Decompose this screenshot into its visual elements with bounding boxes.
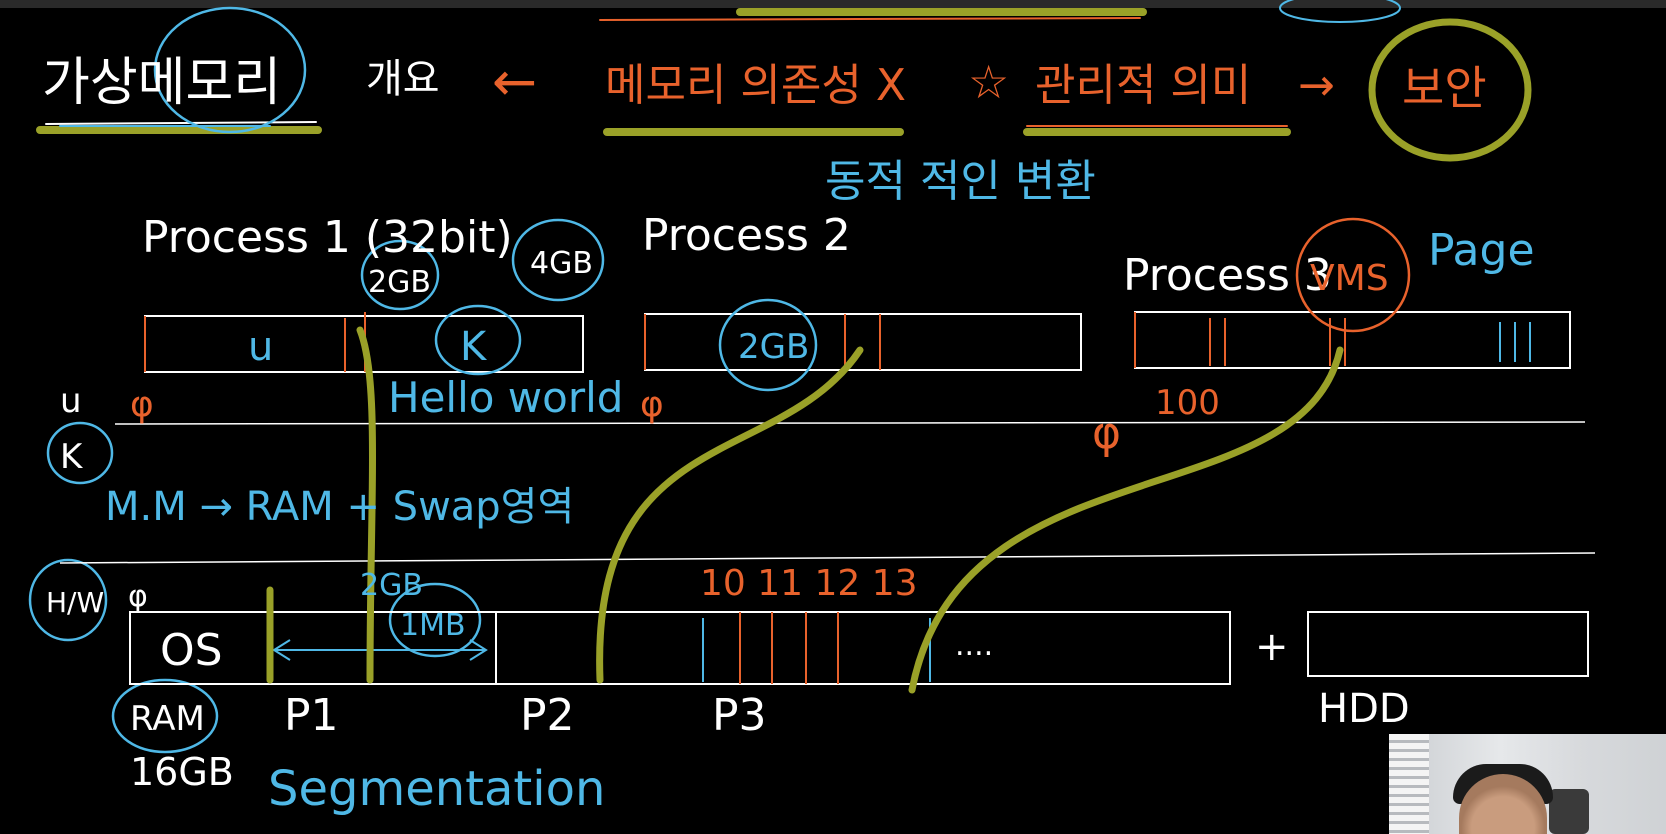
hello-world: Hello world	[388, 373, 623, 422]
hw-badge: H/W	[46, 586, 104, 619]
ram-dots: ....	[955, 628, 993, 663]
process1-label: Process 1 (32bit)	[142, 212, 513, 263]
process1-4gb: 4GB	[530, 246, 593, 281]
process1-user: u	[248, 324, 273, 370]
mm-line: M.M → RAM + Swap영역	[105, 484, 574, 530]
process3-label: Process 3	[1123, 250, 1332, 301]
whiteboard-canvas: 가상메모리 개요 ← 메모리 의존성 X ☆ 관리적 의미 → 보안 동적 적인…	[0, 0, 1666, 834]
webcam-thumbnail	[1389, 734, 1666, 834]
ram-2gb: 2GB	[360, 568, 423, 603]
zero-p2: φ	[640, 384, 664, 425]
ram-zero: φ	[128, 579, 148, 614]
title-main: 가상메모리	[42, 53, 281, 113]
ram-size: 16GB	[130, 750, 234, 794]
ram-hdd: HDD	[1318, 686, 1410, 732]
process1-2gb: 2GB	[368, 265, 431, 300]
chair	[1549, 789, 1589, 834]
title-result: 보안	[1402, 61, 1487, 115]
title-arrow-right: →	[1298, 60, 1335, 111]
left-label-u: u	[60, 381, 82, 421]
drawing-layer: 가상메모리 개요 ← 메모리 의존성 X ☆ 관리적 의미 → 보안 동적 적인…	[28, 0, 1596, 817]
title-suffix: 개요	[366, 56, 440, 102]
process3-vms: VMS	[1310, 258, 1389, 299]
ram-ticks	[739, 612, 839, 684]
ram-blue-ticks	[702, 618, 931, 682]
title-arc-top	[1279, 0, 1401, 23]
ram-p3: P3	[712, 690, 767, 741]
process3-page: Page	[1428, 225, 1535, 276]
ram-p1: P1	[284, 690, 339, 741]
ram-label: RAM	[130, 699, 205, 739]
process3-end-marks	[1499, 322, 1531, 362]
ram-row	[129, 611, 1589, 685]
segmentation-label: Segmentation	[268, 761, 605, 817]
title-mgmt: 관리적 의미	[1035, 60, 1251, 111]
ram-plus: +	[1255, 624, 1289, 670]
title-arrow-left: ←	[492, 50, 537, 113]
zero-p3: φ	[1092, 408, 1121, 459]
handwriting-text: 가상메모리 개요 ← 메모리 의존성 X ☆ 관리적 의미 → 보안 동적 적인…	[42, 50, 1535, 817]
process1-kernel: K	[460, 324, 488, 370]
p1-arrow	[272, 639, 488, 661]
ram-1mb: 1MB	[400, 608, 466, 643]
process2-label: Process 2	[642, 210, 851, 261]
ram-numbers: 10 11 12 13	[700, 563, 918, 604]
process-boxes	[144, 311, 1571, 373]
left-label-k: K	[60, 437, 84, 477]
window-blind	[1389, 734, 1429, 834]
title-topic: 메모리 의존성 X	[605, 60, 906, 111]
zero-p1: φ	[130, 384, 154, 425]
process3-offset: 100	[1155, 383, 1220, 423]
ram-os: OS	[160, 625, 223, 676]
title-star: ☆	[968, 55, 1009, 109]
ram-p2: P2	[520, 690, 575, 741]
process2-2gb: 2GB	[738, 327, 809, 367]
title-sub: 동적 적인 변환	[825, 156, 1096, 207]
